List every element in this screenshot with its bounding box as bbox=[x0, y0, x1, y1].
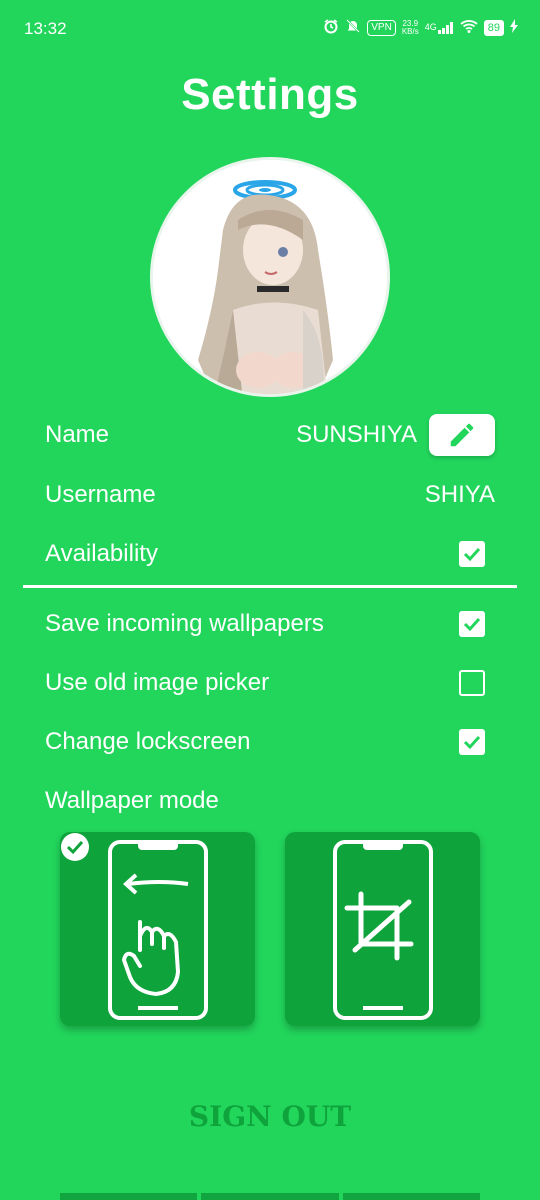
bottom-edge bbox=[60, 1193, 480, 1200]
crop-wallpaper-icon bbox=[333, 840, 433, 1020]
name-value: SUNSHIYA bbox=[296, 421, 417, 448]
save-wallpapers-checkbox[interactable] bbox=[459, 611, 485, 637]
network-type: 4G bbox=[424, 21, 437, 32]
status-bar: 13:32 VPN 23.9 KB/s 4G 89 bbox=[0, 0, 540, 60]
pencil-icon bbox=[450, 423, 474, 447]
change-lockscreen-checkbox[interactable] bbox=[459, 729, 485, 755]
name-value-group: SUNSHIYA bbox=[296, 414, 495, 456]
wallpaper-mode-row: Wallpaper mode bbox=[45, 781, 495, 821]
net-speed-unit: KB/s bbox=[401, 26, 419, 36]
availability-checkbox[interactable] bbox=[459, 541, 485, 567]
battery-icon: 89 bbox=[483, 19, 504, 36]
charging-icon bbox=[510, 19, 518, 36]
vpn-badge: VPN bbox=[367, 19, 396, 36]
wallpaper-mode-scroll-card[interactable] bbox=[60, 832, 255, 1026]
bottom-edge-segment bbox=[60, 1193, 198, 1200]
net-speed: 23.9 KB/s bbox=[401, 19, 419, 36]
option-label: Change lockscreen bbox=[45, 728, 251, 755]
name-row: Name SUNSHIYA bbox=[45, 414, 495, 456]
signal-icon: 4G bbox=[424, 21, 454, 34]
availability-label: Availability bbox=[45, 540, 158, 567]
selected-check-icon bbox=[61, 833, 89, 861]
checkmark-icon bbox=[463, 617, 481, 632]
sign-out-button[interactable]: SIGN OUT bbox=[0, 1100, 540, 1133]
bottom-edge-segment bbox=[342, 1193, 480, 1200]
checkmark-icon bbox=[463, 735, 481, 750]
page-title: Settings bbox=[181, 70, 359, 119]
option-save-incoming-wallpapers[interactable]: Save incoming wallpapers bbox=[45, 604, 495, 644]
username-label: Username bbox=[45, 481, 156, 508]
alarm-icon bbox=[323, 18, 339, 37]
option-change-lockscreen[interactable]: Change lockscreen bbox=[45, 722, 495, 762]
option-label: Use old image picker bbox=[45, 669, 270, 696]
wallpaper-mode-crop-card[interactable] bbox=[285, 832, 480, 1026]
status-time: 13:32 bbox=[24, 19, 67, 38]
name-label: Name bbox=[45, 421, 110, 448]
mute-icon bbox=[345, 18, 361, 37]
username-row: Username SHIYA bbox=[45, 475, 495, 515]
avatar-illustration bbox=[153, 160, 387, 394]
edit-name-button[interactable] bbox=[429, 414, 495, 456]
checkmark-icon bbox=[463, 547, 481, 562]
divider bbox=[23, 585, 517, 588]
option-label: Save incoming wallpapers bbox=[45, 610, 324, 637]
username-value: SHIYA bbox=[424, 481, 495, 508]
availability-row[interactable]: Availability bbox=[45, 534, 495, 574]
avatar[interactable] bbox=[150, 157, 390, 397]
wallpaper-mode-label: Wallpaper mode bbox=[45, 787, 219, 814]
option-use-old-image-picker[interactable]: Use old image picker bbox=[45, 663, 495, 703]
old-image-picker-checkbox[interactable] bbox=[459, 670, 485, 696]
wifi-icon bbox=[460, 19, 478, 36]
status-icons: VPN 23.9 KB/s 4G 89 bbox=[323, 18, 518, 37]
bottom-edge-segment bbox=[201, 1193, 339, 1200]
